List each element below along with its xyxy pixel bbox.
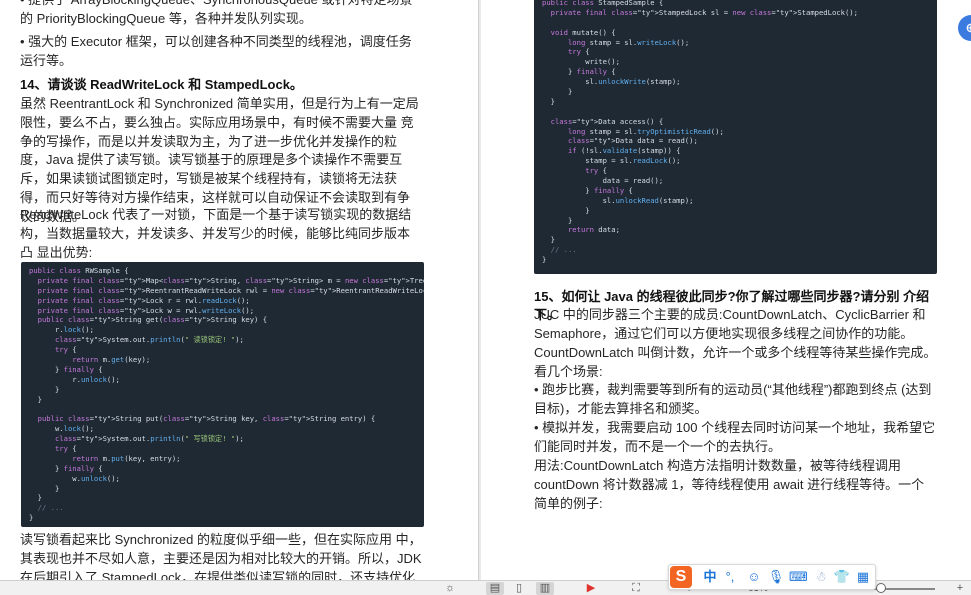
rwsample-code-line: private final class="ty">Lock w = rwl.wr… <box>37 305 255 315</box>
stamped-code-line: stamp = sl.readLock(); <box>542 156 681 166</box>
rwsample-code-line: } <box>29 513 34 523</box>
mic-icon[interactable]: 🎙 <box>767 568 785 586</box>
rwsample-code-line: } finally { <box>29 364 103 374</box>
rwsample-code-line: } <box>29 493 42 503</box>
rwsample-code-line: } <box>29 384 60 394</box>
stamped-code-line: long stamp = sl.tryOptimisticRead(); <box>567 126 724 136</box>
paragraph-stampedlock-intro: 读写锁看起来比 Synchronized 的粒度似乎细一些，但在实际应用 中，其… <box>20 532 422 580</box>
stamped-code-line: long stamp = sl.writeLock(); <box>567 37 690 47</box>
paragraph-rwlock-sample: ReadWriteLock 代表了一对锁，下面是一个基于读写锁实现的数据结 构，… <box>20 207 412 260</box>
stamped-code-line: data = read(); <box>542 176 664 186</box>
paragraph-countdownlatch: CountDownLatch 叫倒计数，允许一个或多个线程等待某些操作完成。看几… <box>534 345 937 379</box>
rwsample-code-line <box>29 404 416 414</box>
keyboard-icon[interactable]: ⌨ <box>789 568 808 586</box>
stamped-code-line: class="ty">Data access() { <box>550 116 664 126</box>
ime-toolbar: S 中 °, ☺ 🎙 ⌨ ☃ 👕 ▦ <box>668 564 876 590</box>
skin-icon[interactable]: 👕 <box>833 568 851 586</box>
stamped-code-line: } finally { <box>542 67 616 77</box>
stamped-code-line: } <box>542 235 555 245</box>
rwsample-code-line: class="ty">System.out.println(" 写锁锁定! ")… <box>54 434 244 444</box>
rwsample-code-line: try { <box>54 345 77 355</box>
stamped-code-line: private final class="ty">StampedLock sl … <box>550 7 858 17</box>
paragraph-race-scenario: • 跑步比赛，裁判需要等到所有的运动员(“其他线程”)都跑到终点 (达到目标)，… <box>534 382 932 416</box>
code-block-rwsample: public class RWSample { private final cl… <box>21 262 424 527</box>
user-icon[interactable]: ☃ <box>812 568 830 586</box>
paragraph-executor: • 强大的 Executor 框架，可以创建各种不同类型的线程池，调度任务运行等… <box>20 34 412 68</box>
rwsample-code-line: public class RWSample { <box>29 266 129 275</box>
brightness-icon[interactable]: ☼ <box>441 582 459 595</box>
stamped-code-line: sl.unlockWrite(stamp); <box>542 77 681 87</box>
stamped-code-line: } <box>542 215 573 225</box>
rwsample-code-line: } <box>29 394 42 404</box>
paragraph-queue-impl: • 提供了 ArrayBlockingQueue、SynchronousQueu… <box>20 0 413 26</box>
rwsample-code-line: private final class="ty">Lock r = rwl.re… <box>37 295 250 305</box>
grid-icon[interactable]: ▦ <box>854 568 872 586</box>
rwsample-code-line: } finally { <box>29 463 103 473</box>
stamped-code-line: } <box>542 255 547 265</box>
emoji-icon[interactable]: ☺ <box>745 568 763 586</box>
paragraph-usage: 用法:CountDownLatch 构造方法指明计数数量，被等待线程调用 cou… <box>534 458 925 511</box>
stamped-code-line: void mutate() { <box>550 27 616 37</box>
stamped-code-line: return data; <box>567 225 620 235</box>
fit-width-icon[interactable]: ⛶ <box>627 582 645 595</box>
stamped-code-line: } <box>542 96 555 106</box>
rwsample-code-line: w.unlock(); <box>29 473 120 483</box>
rwsample-code-line: public class="ty">String get(class="ty">… <box>37 315 268 325</box>
continuous-page-icon[interactable]: ▯ <box>510 582 528 595</box>
paragraph-concurrency-scenario: • 模拟并发，我需要启动 100 个线程去同时访问某一个地址，我希望它 们能同时… <box>534 420 936 454</box>
zoom-in-icon[interactable]: + <box>954 582 966 595</box>
rwsample-code-line: r.lock(); <box>29 325 94 335</box>
stamped-code-line: } <box>542 205 590 215</box>
zoom-slider-handle[interactable] <box>876 583 886 593</box>
rwsample-code-line: r.unlock(); <box>29 374 120 384</box>
rwsample-code-line: return m.put(key, entry); <box>72 453 181 463</box>
paragraph-juc-sync: JUC 中的同步器三个主要的成员:CountDownLatch、CyclicBa… <box>534 307 926 341</box>
stamped-code-line: class="ty">Data data = read(); <box>567 136 698 146</box>
rwsample-code-line: return m.get(key); <box>72 355 151 365</box>
right-page: public class StampedSample { private fin… <box>481 0 971 580</box>
code-block-stampedsample: public class StampedSample { private fin… <box>534 0 937 274</box>
sogou-logo-icon[interactable]: S <box>670 566 692 588</box>
rwsample-code-line: private final class="ty">ReentrantReadWr… <box>37 285 424 295</box>
single-page-icon[interactable]: ▤ <box>486 582 504 595</box>
stamped-code-line: public class StampedSample { <box>542 0 664 7</box>
rwsample-code-line: w.lock(); <box>29 424 94 434</box>
ime-punctuation-toggle[interactable]: °, <box>721 568 739 586</box>
stamped-code-line: try { <box>585 166 607 176</box>
stamped-code-line <box>542 18 929 28</box>
stamped-code-line: try { <box>567 47 590 57</box>
play-icon[interactable]: ▶ <box>582 582 600 595</box>
ime-mode-toggle[interactable]: 中 <box>701 568 719 586</box>
rwsample-code-line: class="ty">System.out.println(" 读锁锁定! ")… <box>54 335 244 345</box>
left-page: • 提供了 ArrayBlockingQueue、SynchronousQueu… <box>0 0 478 580</box>
stamped-code-line: sl.unlockRead(stamp); <box>542 195 694 205</box>
heading-question-14: 14、请谈谈 ReadWriteLock 和 StampedLock。 <box>20 77 303 92</box>
stamped-code-line: write(); <box>542 57 620 67</box>
rwsample-code-line: private final class="ty">Map<class="ty">… <box>37 275 424 285</box>
stamped-code-line: } finally { <box>542 185 633 195</box>
rwsample-code-line: public class="ty">String put(class="ty">… <box>37 414 376 424</box>
rwsample-code-line: try { <box>54 444 77 454</box>
stamped-code-line: // ... <box>542 245 577 255</box>
rwsample-code-line: } <box>29 483 60 493</box>
rwsample-code-line: // ... <box>29 503 64 513</box>
stamped-code-line: } <box>542 87 573 97</box>
stamped-code-line: if (!sl.validate(stamp)) { <box>567 146 681 156</box>
two-page-icon[interactable]: ▥ <box>536 582 554 595</box>
stamped-code-line <box>542 107 929 117</box>
